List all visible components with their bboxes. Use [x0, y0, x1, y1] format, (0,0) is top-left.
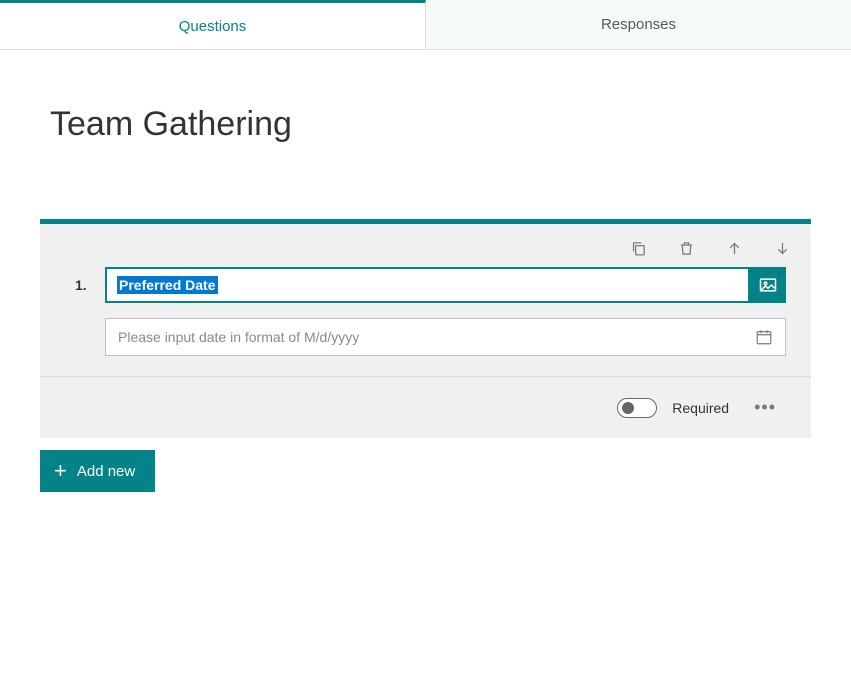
- add-new-button[interactable]: + Add new: [40, 450, 155, 492]
- question-title-text: Preferred Date: [117, 276, 218, 294]
- copy-icon[interactable]: [629, 239, 647, 257]
- arrow-down-icon[interactable]: [773, 239, 791, 257]
- required-toggle[interactable]: [617, 398, 657, 418]
- question-toolbar: [40, 224, 811, 267]
- insert-image-button[interactable]: [750, 267, 786, 303]
- tab-questions-label: Questions: [179, 18, 247, 35]
- tab-responses[interactable]: Responses: [426, 0, 851, 49]
- required-label: Required: [672, 400, 729, 416]
- calendar-icon: [755, 328, 773, 346]
- tab-questions[interactable]: Questions: [0, 0, 426, 49]
- trash-icon[interactable]: [677, 239, 695, 257]
- arrow-up-icon[interactable]: [725, 239, 743, 257]
- date-answer-field: Please input date in format of M/d/yyyy: [105, 318, 786, 356]
- date-placeholder: Please input date in format of M/d/yyyy: [118, 329, 359, 345]
- question-card: 1. Preferred Date Ple: [40, 219, 811, 438]
- image-icon: [758, 275, 778, 295]
- more-options-icon[interactable]: •••: [744, 397, 786, 418]
- question-title-input[interactable]: Preferred Date: [105, 267, 750, 303]
- toggle-knob: [622, 402, 634, 414]
- add-new-label: Add new: [77, 463, 135, 480]
- form-title[interactable]: Team Gathering: [40, 105, 811, 144]
- tab-responses-label: Responses: [601, 16, 676, 33]
- question-number: 1.: [75, 277, 95, 293]
- plus-icon: +: [54, 458, 67, 484]
